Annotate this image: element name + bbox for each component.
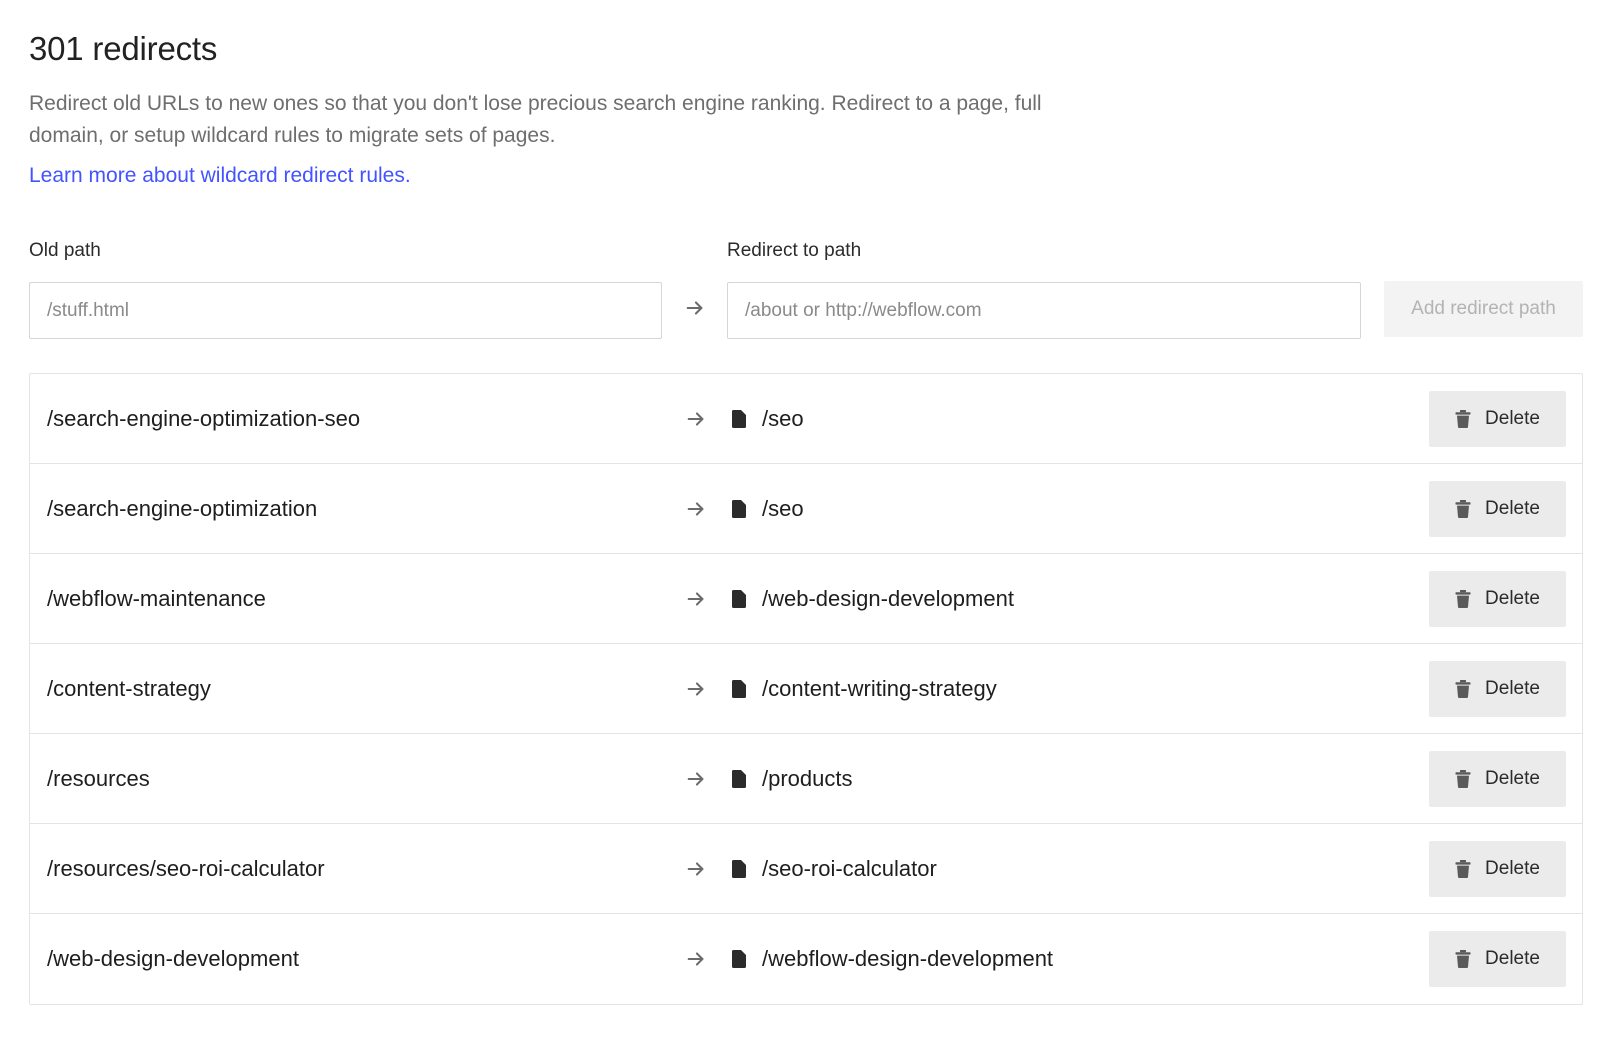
trash-icon [1455, 590, 1471, 608]
arrow-right-icon [686, 301, 703, 315]
page-icon [732, 590, 746, 608]
redirect-path-text: /products [762, 766, 853, 791]
delete-button-label: Delete [1485, 858, 1540, 879]
redirect-list: /search-engine-optimization-seo /seo Del… [29, 373, 1583, 1005]
redirects-settings-page: 301 redirects Redirect old URLs to new o… [0, 0, 1600, 1046]
redirect-path-input[interactable] [727, 282, 1361, 339]
redirect-path-text: /content-writing-strategy [762, 676, 997, 701]
trash-icon [1455, 410, 1471, 428]
redirect-row: /search-engine-optimization-seo /seo Del… [30, 374, 1582, 464]
arrow-right-icon [687, 502, 704, 516]
arrow-right-icon [687, 952, 704, 966]
old-path-text: /webflow-maintenance [47, 586, 266, 611]
page-description: Redirect old URLs to new ones so that yo… [29, 92, 1042, 147]
redirect-row: /resources/seo-roi-calculator /seo-roi-c… [30, 824, 1582, 914]
old-path-text: /resources [47, 766, 150, 791]
arrow-right-icon [687, 772, 704, 786]
page-icon [732, 860, 746, 878]
delete-button-label: Delete [1485, 678, 1540, 699]
page-title: 301 redirects [29, 30, 218, 67]
delete-button[interactable]: Delete [1429, 481, 1566, 537]
redirect-row: /resources /products Delete [30, 734, 1582, 824]
trash-icon [1455, 860, 1471, 878]
arrow-right-icon [687, 862, 704, 876]
delete-button[interactable]: Delete [1429, 931, 1566, 987]
delete-button[interactable]: Delete [1429, 571, 1566, 627]
delete-button-label: Delete [1485, 588, 1540, 609]
delete-button-label: Delete [1485, 498, 1540, 519]
arrow-right-icon [687, 682, 704, 696]
delete-button-label: Delete [1485, 768, 1540, 789]
trash-icon [1455, 680, 1471, 698]
page-icon [732, 950, 746, 968]
old-path-text: /content-strategy [47, 676, 211, 701]
trash-icon [1455, 770, 1471, 788]
old-path-input[interactable] [29, 282, 662, 339]
page-icon [732, 680, 746, 698]
old-path-text: /web-design-development [47, 946, 299, 971]
old-path-label: Old path [29, 240, 101, 261]
delete-button[interactable]: Delete [1429, 391, 1566, 447]
page-icon [732, 770, 746, 788]
delete-button-label: Delete [1485, 408, 1540, 429]
learn-more-link[interactable]: Learn more about wildcard redirect rules… [29, 164, 411, 188]
page-icon [732, 410, 746, 428]
redirect-row: /web-design-development /webflow-design-… [30, 914, 1582, 1004]
old-path-text: /search-engine-optimization [47, 496, 318, 521]
delete-button-label: Delete [1485, 948, 1540, 969]
delete-button[interactable]: Delete [1429, 751, 1566, 807]
delete-button[interactable]: Delete [1429, 661, 1566, 717]
redirect-path-text: /seo [762, 406, 804, 431]
arrow-right-icon [687, 592, 704, 606]
old-path-text: /resources/seo-roi-calculator [47, 856, 325, 881]
redirect-row: /content-strategy /content-writing-strat… [30, 644, 1582, 734]
old-path-text: /search-engine-optimization-seo [47, 406, 361, 431]
delete-button[interactable]: Delete [1429, 841, 1566, 897]
redirect-row: /webflow-maintenance /web-design-develop… [30, 554, 1582, 644]
page-icon [732, 500, 746, 518]
arrow-right-icon [687, 412, 704, 426]
redirect-path-text: /seo [762, 496, 804, 521]
redirect-path-text: /webflow-design-development [762, 946, 1054, 971]
add-redirect-path-button[interactable]: Add redirect path [1384, 281, 1583, 337]
redirect-row: /search-engine-optimization /seo Delete [30, 464, 1582, 554]
redirect-path-label: Redirect to path [727, 240, 862, 261]
trash-icon [1455, 500, 1471, 518]
trash-icon [1455, 950, 1471, 968]
redirect-path-text: /seo-roi-calculator [762, 856, 937, 881]
redirect-path-text: /web-design-development [762, 586, 1014, 611]
